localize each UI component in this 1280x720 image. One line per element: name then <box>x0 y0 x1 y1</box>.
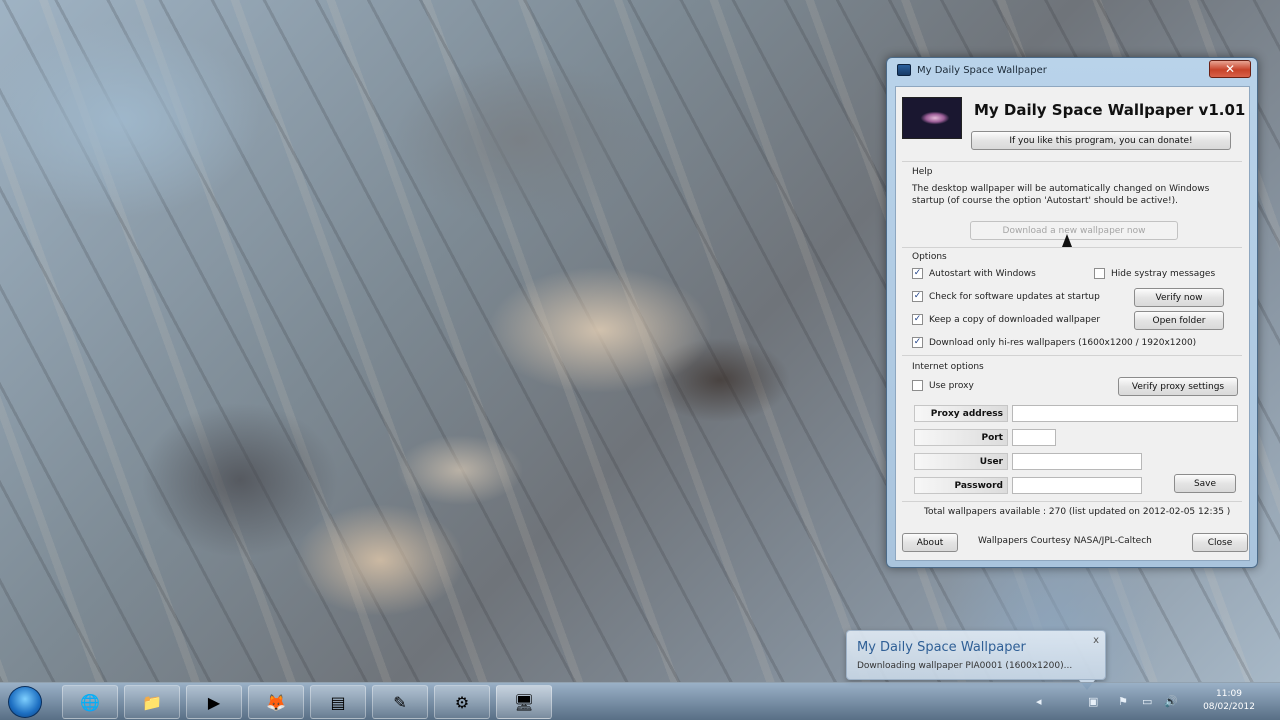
start-button[interactable] <box>8 686 42 718</box>
action-center-icon[interactable]: ⚑ <box>1118 695 1128 708</box>
divider <box>902 501 1242 502</box>
volume-icon[interactable]: 🔊 <box>1164 695 1178 708</box>
clock-date: 08/02/2012 <box>1203 702 1255 712</box>
checkbox-checked-icon: ✓ <box>912 291 923 302</box>
checkbox-unchecked-icon <box>1094 268 1105 279</box>
port-label: Port <box>914 429 1008 446</box>
check-updates-checkbox[interactable]: ✓ Check for software updates at startup <box>912 291 1100 302</box>
title-bar[interactable]: My Daily Space Wallpaper ✕ <box>887 58 1257 84</box>
proxy-address-label: Proxy address <box>914 405 1008 422</box>
media-player-icon[interactable]: ▶ <box>186 685 242 719</box>
divider <box>902 355 1242 356</box>
close-button[interactable]: Close <box>1192 533 1248 552</box>
internet-options-group-label: Internet options <box>912 362 984 372</box>
divider <box>902 247 1242 248</box>
notification-text: Downloading wallpaper PIA0001 (1600x1200… <box>857 661 1073 671</box>
divider <box>902 161 1242 162</box>
options-group-label: Options <box>912 252 947 262</box>
app-name-heading: My Daily Space Wallpaper v1.01 <box>974 101 1246 119</box>
help-group-label: Help <box>912 167 933 177</box>
hide-systray-label: Hide systray messages <box>1111 268 1216 279</box>
taskbar: 🌐 📁 ▶ 🦊 ▤ ✎ ⚙ 🖥 ◂ ▣ ⚑ ▭ 🔊 11:09 08/02/20… <box>0 682 1280 720</box>
checkbox-unchecked-icon <box>912 380 923 391</box>
help-text: The desktop wallpaper will be automatica… <box>912 184 1210 206</box>
notification-title: My Daily Space Wallpaper <box>857 640 1026 655</box>
port-input[interactable] <box>1012 429 1056 446</box>
checkbox-checked-icon: ✓ <box>912 314 923 325</box>
credits-text: Wallpapers Courtesy NASA/JPL-Caltech <box>978 536 1152 546</box>
network-icon[interactable]: ▭ <box>1142 695 1152 708</box>
app-icon <box>897 64 911 76</box>
checkbox-checked-icon: ✓ <box>912 268 923 279</box>
wallpaper-count-status: Total wallpapers available : 270 (list u… <box>924 507 1231 517</box>
user-input[interactable] <box>1012 453 1142 470</box>
keep-copy-label: Keep a copy of downloaded wallpaper <box>929 314 1101 325</box>
clock-time: 11:09 <box>1216 689 1242 699</box>
use-proxy-label: Use proxy <box>929 380 974 391</box>
firefox-icon[interactable]: 🦊 <box>248 685 304 719</box>
verify-now-button[interactable]: Verify now <box>1134 288 1224 307</box>
open-folder-button[interactable]: Open folder <box>1134 311 1224 330</box>
hires-only-label: Download only hi-res wallpapers (1600x12… <box>929 337 1197 348</box>
hide-systray-checkbox[interactable]: Hide systray messages <box>1094 268 1215 279</box>
check-updates-label: Check for software updates at startup <box>929 291 1100 302</box>
download-now-button[interactable]: Download a new wallpaper now <box>970 221 1178 240</box>
tool-icon[interactable]: ⚙ <box>434 685 490 719</box>
save-button[interactable]: Save <box>1174 474 1236 493</box>
donate-button[interactable]: If you like this program, you can donate… <box>971 131 1231 150</box>
password-input[interactable] <box>1012 477 1142 494</box>
autostart-checkbox[interactable]: ✓ Autostart with Windows <box>912 268 1036 279</box>
mouse-cursor-icon <box>1062 234 1072 247</box>
user-label: User <box>914 453 1008 470</box>
hires-only-checkbox[interactable]: ✓ Download only hi-res wallpapers (1600x… <box>912 337 1196 348</box>
window-client-area: My Daily Space Wallpaper v1.01 If you li… <box>895 86 1250 561</box>
password-label: Password <box>914 477 1008 494</box>
autostart-label: Autostart with Windows <box>929 268 1036 279</box>
checkbox-checked-icon: ✓ <box>912 337 923 348</box>
archive-icon[interactable]: ▤ <box>310 685 366 719</box>
tray-app-icon[interactable]: ▣ <box>1088 695 1098 708</box>
galaxy-thumbnail <box>902 97 962 139</box>
proxy-address-input[interactable] <box>1012 405 1238 422</box>
tray-expand-icon[interactable]: ◂ <box>1036 695 1042 708</box>
system-clock[interactable]: 11:09 08/02/2012 <box>1196 688 1262 714</box>
folder-icon[interactable]: 📁 <box>124 685 180 719</box>
app-window: My Daily Space Wallpaper ✕ My Daily Spac… <box>886 57 1258 568</box>
notes-icon[interactable]: ✎ <box>372 685 428 719</box>
notification-close-icon[interactable]: x <box>1093 635 1099 646</box>
monitor-icon[interactable]: 🖥 <box>496 685 552 719</box>
use-proxy-checkbox[interactable]: Use proxy <box>912 380 974 391</box>
internet-explorer-icon[interactable]: 🌐 <box>62 685 118 719</box>
about-button[interactable]: About <box>902 533 958 552</box>
keep-copy-checkbox[interactable]: ✓ Keep a copy of downloaded wallpaper <box>912 314 1100 325</box>
notification-balloon[interactable]: My Daily Space Wallpaper Downloading wal… <box>846 630 1106 690</box>
window-close-button[interactable]: ✕ <box>1209 60 1251 78</box>
verify-proxy-button[interactable]: Verify proxy settings <box>1118 377 1238 396</box>
window-title: My Daily Space Wallpaper <box>917 65 1047 76</box>
